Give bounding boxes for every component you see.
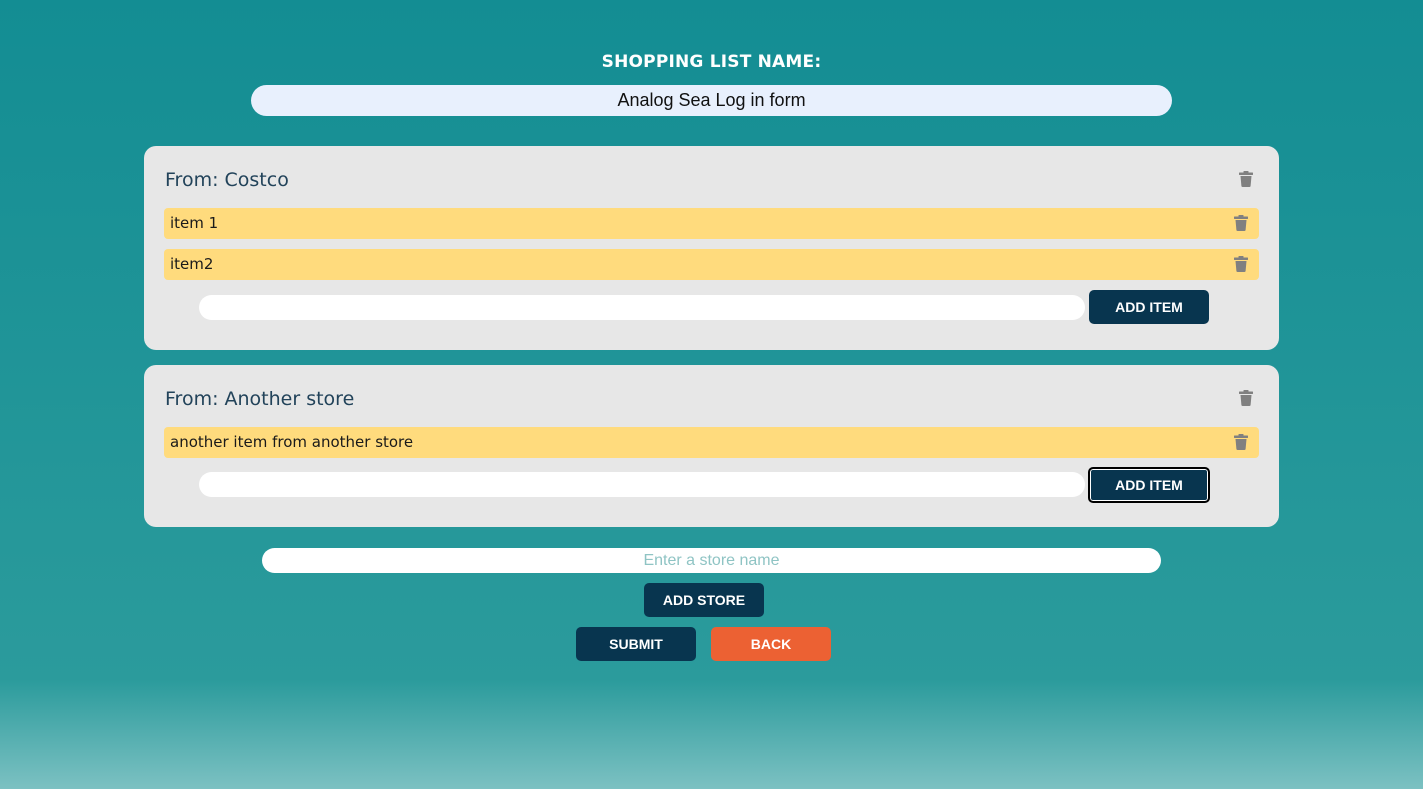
list-name-label: SHOPPING LIST NAME: — [601, 52, 822, 72]
trash-icon — [1239, 390, 1253, 406]
delete-store-button[interactable] — [1239, 390, 1253, 406]
list-item: another item from another store — [164, 427, 1259, 458]
list-item: item2 — [164, 249, 1259, 280]
store-card-another-store: From: Another store another item from an… — [144, 365, 1279, 527]
store-name-input[interactable] — [262, 548, 1161, 573]
trash-icon — [1234, 215, 1248, 231]
add-item-button[interactable]: ADD ITEM — [1088, 467, 1210, 503]
back-button[interactable]: BACK — [711, 627, 831, 661]
list-name-input[interactable] — [251, 85, 1172, 116]
store-card-costco: From: Costco item 1 item2 ADD ITEM — [144, 146, 1279, 350]
item-text: item2 — [170, 255, 214, 273]
item-input[interactable] — [199, 295, 1085, 320]
store-title: From: Another store — [165, 388, 355, 410]
trash-icon — [1239, 171, 1253, 187]
item-text: another item from another store — [170, 433, 414, 451]
trash-icon — [1234, 256, 1248, 272]
store-title: From: Costco — [165, 169, 289, 191]
delete-store-button[interactable] — [1239, 171, 1253, 187]
add-item-button[interactable]: ADD ITEM — [1089, 290, 1209, 324]
list-item: item 1 — [164, 208, 1259, 239]
delete-item-button[interactable] — [1234, 434, 1248, 450]
item-input[interactable] — [199, 472, 1085, 497]
submit-button[interactable]: SUBMIT — [576, 627, 696, 661]
item-text: item 1 — [170, 214, 219, 232]
delete-item-button[interactable] — [1234, 215, 1248, 231]
trash-icon — [1234, 434, 1248, 450]
add-store-button[interactable]: ADD STORE — [644, 583, 764, 617]
delete-item-button[interactable] — [1234, 256, 1248, 272]
